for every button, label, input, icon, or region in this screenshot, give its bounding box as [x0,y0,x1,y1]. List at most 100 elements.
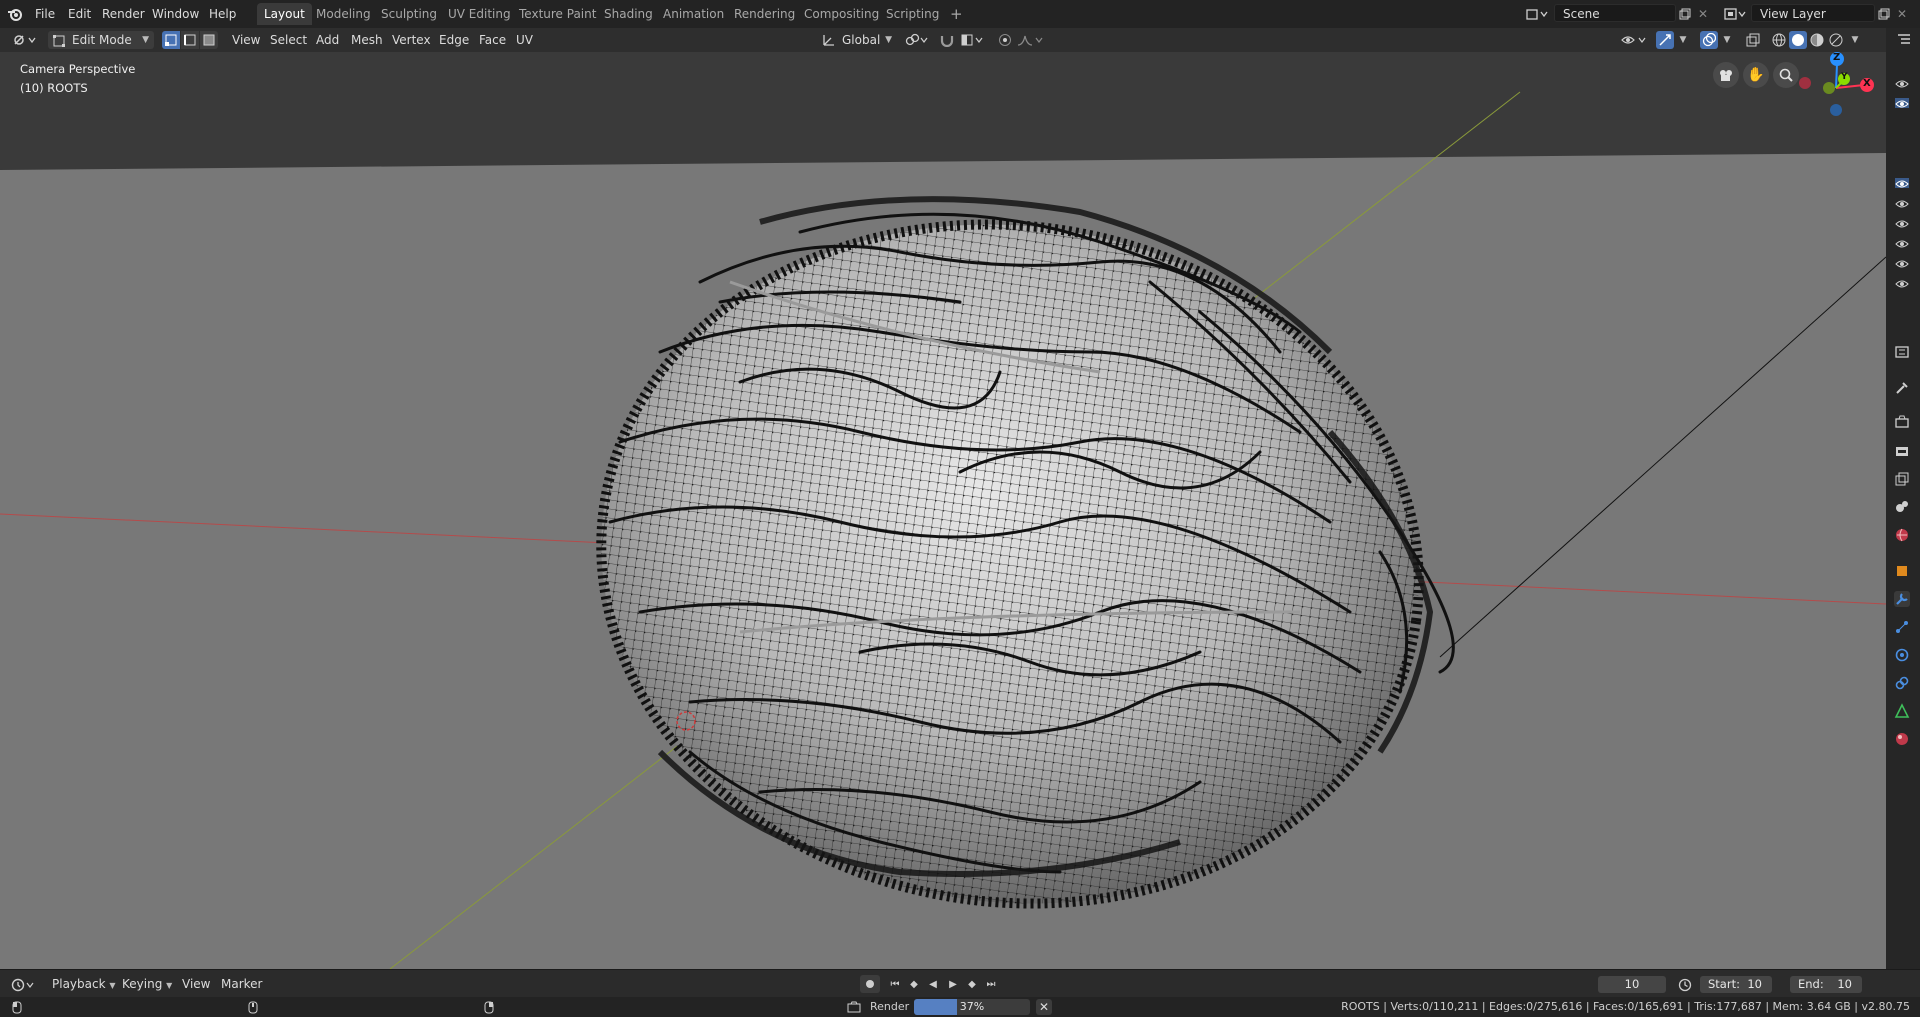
jump-to-keyframe-next-icon[interactable]: ◆ [963,975,981,993]
jump-to-start-icon[interactable]: ⏮ [886,975,904,993]
shading-options-chevron-icon[interactable]: ▼ [1848,31,1862,49]
tab-scripting[interactable]: Scripting [879,3,946,25]
header-menu-add[interactable]: Add [310,31,345,49]
menu-help[interactable]: Help [203,4,242,24]
navigation-gizmo[interactable]: Z Y X [1790,52,1886,142]
auto-keying-record-icon[interactable] [860,975,880,993]
3d-viewport[interactable]: Camera Perspective (10) ROOTS ✋ Z Y X [0,52,1886,969]
gizmo-y-label[interactable]: Y [1841,72,1848,82]
menu-file[interactable]: File [29,4,61,24]
visibility-eye-icon[interactable] [1895,198,1909,208]
tool-properties-icon[interactable] [1894,380,1910,396]
solid-shading-icon[interactable] [1789,31,1807,49]
outliner-editor-type-icon[interactable] [1896,32,1912,48]
menu-edit[interactable]: Edit [62,4,97,24]
selectability-visibility-icon[interactable] [1620,31,1650,49]
gizmo-options-chevron-icon[interactable]: ▼ [1676,31,1690,49]
vertex-select-mode-icon[interactable] [162,31,180,49]
scene-name-field[interactable]: Scene [1554,4,1676,22]
play-reverse-icon[interactable]: ◀ [924,975,942,993]
add-workspace-button[interactable]: + [943,3,970,25]
visibility-eye-icon[interactable] [1895,258,1909,268]
transform-orientation-dropdown[interactable]: Global ▼ [818,31,896,49]
tab-shading[interactable]: Shading [597,3,660,25]
particles-properties-icon[interactable] [1894,619,1910,635]
scene-selector-icon[interactable] [1524,5,1550,23]
blender-logo-icon[interactable] [6,5,24,23]
tab-rendering[interactable]: Rendering [727,3,802,25]
tab-animation[interactable]: Animation [656,3,731,25]
end-frame-field[interactable]: End: 10 [1790,976,1862,993]
xray-toggle-icon[interactable] [1744,31,1762,49]
gizmo-toggle-icon[interactable] [1656,31,1674,49]
timeline-menu-marker[interactable]: Marker [221,976,262,993]
wireframe-shading-icon[interactable] [1770,31,1788,49]
object-data-properties-icon[interactable] [1894,703,1910,719]
tab-sculpting[interactable]: Sculpting [374,3,444,25]
duplicate-scene-icon[interactable] [1676,5,1694,23]
material-properties-icon[interactable] [1894,731,1910,747]
proportional-editing-icon[interactable] [996,31,1014,49]
timeline-menu-view[interactable]: View [182,976,210,993]
material-preview-shading-icon[interactable] [1808,31,1826,49]
header-menu-uv[interactable]: UV [510,31,539,49]
menu-window[interactable]: Window [146,4,205,24]
view-layer-field[interactable]: View Layer [1751,4,1875,22]
header-menu-view[interactable]: View [226,31,266,49]
editor-type-icon[interactable] [10,31,40,49]
visibility-eye-icon[interactable] [1895,98,1909,108]
jump-to-end-icon[interactable]: ⏭ [982,975,1000,993]
timeline-editor-type-icon[interactable] [10,976,38,993]
header-menu-vertex[interactable]: Vertex [386,31,437,49]
snap-target-icon[interactable] [960,31,986,49]
view-layer-properties-icon[interactable] [1894,471,1910,487]
header-menu-mesh[interactable]: Mesh [345,31,389,49]
physics-properties-icon[interactable] [1894,647,1910,663]
mode-dropdown[interactable]: Edit Mode ▼ [48,31,154,49]
camera-view-icon[interactable] [1713,62,1739,88]
constraints-properties-icon[interactable] [1894,675,1910,691]
tab-uv-editing[interactable]: UV Editing [441,3,518,25]
visibility-eye-icon[interactable] [1895,278,1909,288]
face-select-mode-icon[interactable] [200,31,218,49]
tab-modeling[interactable]: Modeling [309,3,378,25]
visibility-eye-icon[interactable] [1895,218,1909,228]
timeline-menu-playback[interactable]: Playback ▼ [52,976,116,993]
header-menu-face[interactable]: Face [473,31,512,49]
visibility-eye-icon[interactable] [1895,178,1909,188]
output-properties-icon[interactable] [1894,443,1910,459]
overlays-options-chevron-icon[interactable]: ▼ [1720,31,1734,49]
rendered-shading-icon[interactable] [1827,31,1845,49]
edge-select-mode-icon[interactable] [181,31,199,49]
delete-view-layer-icon[interactable]: ✕ [1893,5,1911,23]
scene-properties-icon[interactable] [1894,499,1910,515]
current-frame-field[interactable]: 10 [1598,976,1666,993]
cancel-render-close-icon[interactable]: ✕ [1036,999,1052,1015]
start-frame-field[interactable]: Start: 10 [1700,976,1772,993]
header-menu-select[interactable]: Select [264,31,313,49]
falloff-curve-icon[interactable] [1016,31,1046,49]
duplicate-view-layer-icon[interactable] [1875,5,1893,23]
snap-magnet-icon[interactable] [938,31,956,49]
overlays-toggle-icon[interactable] [1700,31,1718,49]
header-menu-edge[interactable]: Edge [433,31,475,49]
tab-layout[interactable]: Layout [257,3,312,25]
menu-render[interactable]: Render [96,4,151,24]
gizmo-z-label[interactable]: Z [1833,52,1840,63]
timeline-menu-keying[interactable]: Keying ▼ [122,976,172,993]
world-properties-icon[interactable] [1894,527,1910,543]
delete-scene-icon[interactable]: ✕ [1694,5,1712,23]
properties-editor-type-icon[interactable] [1894,344,1910,360]
view-layer-selector-icon[interactable] [1722,5,1748,23]
visibility-eye-icon[interactable] [1895,238,1909,248]
tab-compositing[interactable]: Compositing [797,3,886,25]
jump-to-keyframe-prev-icon[interactable]: ◆ [905,975,923,993]
play-icon[interactable]: ▶ [944,975,962,993]
gizmo-x-label[interactable]: X [1863,78,1871,89]
visibility-eye-icon[interactable] [1895,78,1909,88]
modifier-properties-icon[interactable] [1894,591,1910,607]
object-properties-icon[interactable] [1894,563,1910,579]
pivot-point-icon[interactable] [904,31,932,49]
tab-texture-paint[interactable]: Texture Paint [512,3,603,25]
preview-range-clock-icon[interactable] [1676,976,1694,993]
